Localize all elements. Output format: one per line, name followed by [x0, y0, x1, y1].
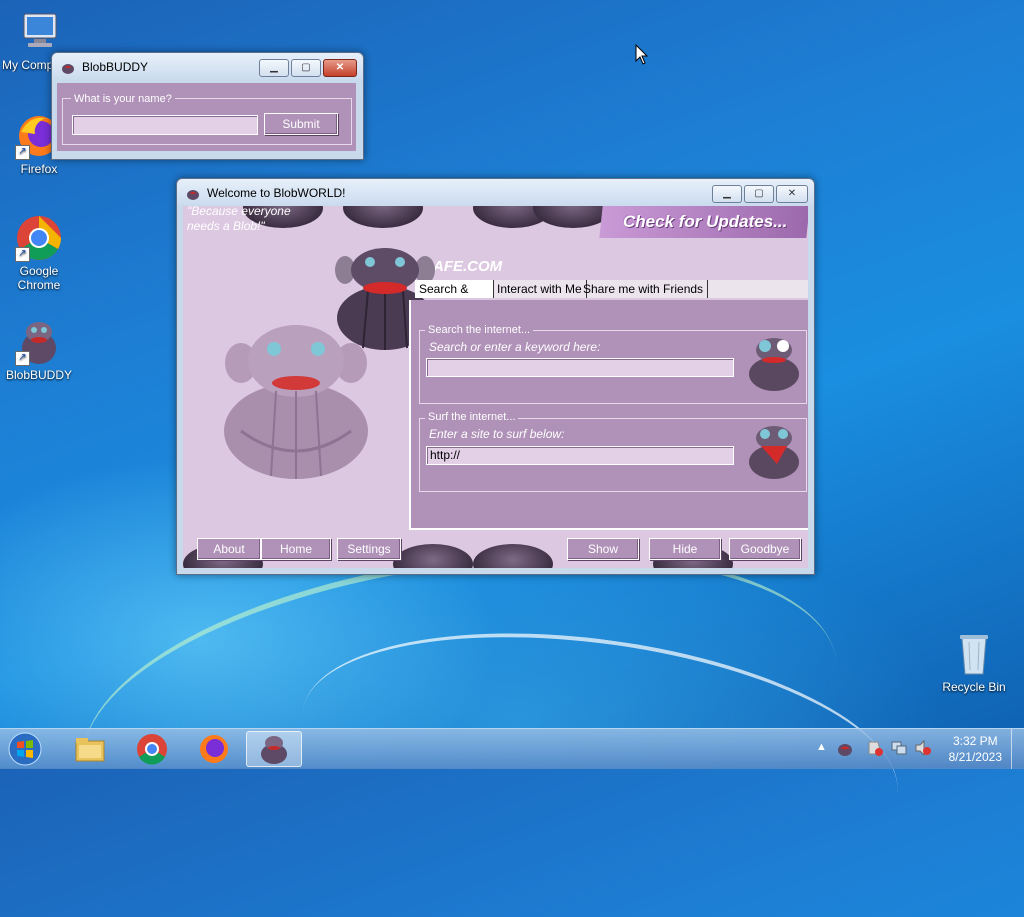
desktop-icon-label: BlobBUDDY	[5, 368, 73, 382]
home-button[interactable]: Home	[261, 538, 331, 560]
tab-interact[interactable]: Interact with Me	[493, 280, 587, 298]
network-icon[interactable]	[890, 739, 908, 760]
shortcut-arrow-icon: ↗	[15, 351, 30, 366]
shortcut-arrow-icon: ↗	[15, 247, 30, 262]
minimize-button[interactable]: ▁	[259, 59, 289, 77]
windows-logo-icon	[8, 732, 42, 766]
show-desktop-button[interactable]	[1011, 729, 1024, 769]
taskbar-file-explorer[interactable]	[62, 731, 118, 767]
clock-date: 8/21/2023	[948, 750, 1002, 764]
surf-prompt: Enter a site to surf below:	[429, 427, 565, 441]
about-button[interactable]: About	[197, 538, 261, 560]
search-prompt: Search or enter a keyword here:	[429, 340, 601, 354]
show-hidden-icons-button[interactable]: ▲	[816, 741, 827, 753]
firefox-icon	[200, 735, 228, 763]
desktop-icon-chrome[interactable]: ↗ Google Chrome	[1, 214, 77, 292]
taskbar-blobbuddy[interactable]	[246, 731, 302, 767]
tab-strip: Search & Surf Interact with Me Share me …	[415, 280, 808, 314]
tray-blob-icon[interactable]	[836, 739, 854, 760]
submit-button[interactable]: Submit	[264, 113, 338, 135]
desktop-icon-label: Recycle Bin	[942, 680, 1006, 694]
taskbar-chrome[interactable]	[124, 731, 180, 767]
volume-muted-icon[interactable]	[914, 739, 932, 760]
window-title: BlobBUDDY	[82, 60, 149, 74]
name-input[interactable]	[72, 115, 258, 135]
desktop-icon-label: My Computer	[2, 58, 52, 72]
desktop-icon-blobbuddy[interactable]: ↗ BlobBUDDY	[1, 318, 77, 382]
taskbar-clock[interactable]: 3:32 PM 8/21/2023	[949, 733, 1002, 765]
show-button[interactable]: Show	[567, 538, 639, 560]
blob-icon	[261, 736, 287, 764]
blobworld-content: "Because everyone needs a Blob!" Check f…	[183, 206, 808, 568]
computer-icon	[16, 8, 64, 56]
search-group-label: Search the internet...	[425, 324, 534, 336]
desktop-icon-label: Firefox	[20, 162, 58, 176]
maximize-button[interactable]: ▢	[291, 59, 321, 77]
close-button[interactable]: ✕	[323, 59, 357, 77]
tab-panel: Search the internet... Search or enter a…	[409, 300, 808, 530]
minimize-button[interactable]: ▁	[712, 185, 742, 203]
surf-group-label: Surf the internet...	[425, 411, 519, 423]
shortcut-arrow-icon: ↗	[15, 145, 30, 160]
partial-banner-text: AFE.COM	[433, 258, 503, 275]
taskbar: ▲ 3:32 PM 8/21/2023	[0, 728, 1024, 769]
chrome-icon: ↗	[15, 214, 63, 262]
blob-surf-icon[interactable]	[747, 424, 801, 483]
start-button[interactable]	[0, 731, 50, 767]
blobbuddy-content: What is your name? Submit	[57, 83, 356, 151]
blobworld-window[interactable]: Welcome to BlobWORLD! ▁ ▢ ✕ "Because eve…	[176, 178, 815, 575]
tab-search-surf[interactable]: Search & Surf	[415, 280, 494, 314]
folder-icon	[75, 738, 105, 762]
blobbuddy-window[interactable]: BlobBUDDY ▁ ▢ ✕ What is your name? Submi…	[51, 52, 364, 160]
chrome-icon	[137, 734, 167, 765]
clock-time: 3:32 PM	[952, 734, 998, 748]
maximize-button[interactable]: ▢	[744, 185, 774, 203]
hide-button[interactable]: Hide	[649, 538, 721, 560]
tab-share[interactable]: Share me with Friends	[579, 280, 709, 298]
desktop-icon-recycle-bin[interactable]: Recycle Bin	[936, 630, 1012, 694]
blobbuddy-titlebar[interactable]: BlobBUDDY ▁ ▢ ✕	[52, 53, 363, 81]
blob-search-icon[interactable]	[747, 336, 801, 395]
desktop-icon-label: Google Chrome	[17, 264, 61, 292]
surf-url-input[interactable]: http://	[426, 446, 734, 465]
blob-icon: ↗	[15, 318, 63, 366]
recycle-bin-icon	[950, 630, 998, 678]
check-updates-link[interactable]: Check for Updates...	[623, 212, 787, 232]
close-button[interactable]: ✕	[776, 185, 808, 203]
tagline: "Because everyone needs a Blob!"	[187, 206, 291, 233]
search-input[interactable]	[426, 358, 734, 377]
mouse-cursor-icon	[635, 43, 649, 69]
blob-icon	[62, 64, 74, 74]
settings-button[interactable]: Settings	[337, 538, 401, 560]
name-group-label: What is your name?	[71, 93, 175, 105]
blobworld-titlebar[interactable]: Welcome to BlobWORLD! ▁ ▢ ✕	[177, 179, 814, 207]
goodbye-button[interactable]: Goodbye	[729, 538, 801, 560]
taskbar-firefox[interactable]	[186, 731, 242, 767]
window-title: Welcome to BlobWORLD!	[207, 186, 346, 200]
action-center-icon[interactable]	[866, 739, 884, 760]
blob-icon	[187, 190, 199, 200]
